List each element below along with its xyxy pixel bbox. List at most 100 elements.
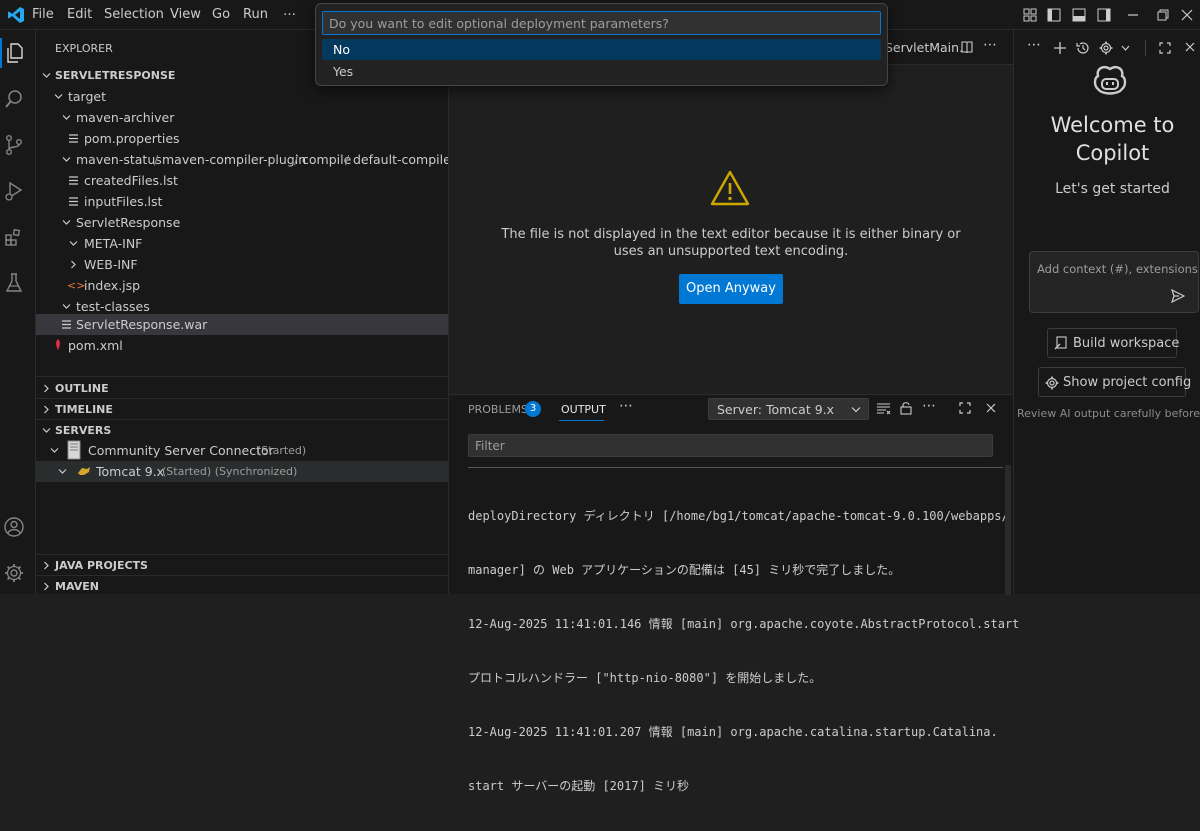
explorer-icon[interactable] bbox=[3, 42, 25, 64]
chevron-down-icon bbox=[62, 304, 71, 309]
binary-file-message-line2: uses an unsupported text encoding. bbox=[613, 244, 849, 259]
tomcat-server-item[interactable]: Tomcat 9.x (Started) (Synchronized) bbox=[36, 461, 448, 482]
timeline-section[interactable]: TIMELINE bbox=[36, 399, 448, 420]
show-project-config-button[interactable]: Show project config bbox=[1038, 367, 1191, 397]
accounts-icon[interactable] bbox=[3, 516, 25, 538]
chat-more-icon[interactable]: ⋯ bbox=[1027, 37, 1041, 53]
search-icon[interactable] bbox=[3, 88, 25, 110]
tree-item-label: META-INF bbox=[84, 236, 143, 251]
server-connector-status: (Started) bbox=[257, 444, 307, 457]
chevron-down-icon bbox=[62, 220, 71, 225]
testing-flask-icon[interactable] bbox=[3, 272, 25, 294]
tree-item-pom-properties[interactable]: pom.properties bbox=[36, 128, 448, 149]
compact-folder-segment: maven-compiler-plugin bbox=[162, 152, 307, 167]
menu-view[interactable]: View bbox=[170, 7, 201, 22]
file-lines-icon bbox=[69, 134, 78, 143]
output-tab[interactable]: OUTPUT bbox=[561, 403, 606, 416]
chevron-right-icon bbox=[44, 405, 49, 414]
maven-section[interactable]: MAVEN bbox=[36, 576, 448, 594]
tree-item-target[interactable]: target bbox=[36, 86, 448, 107]
problems-tab[interactable]: PROBLEMS bbox=[468, 403, 528, 416]
output-channel-select[interactable]: Server: Tomcat 9.x bbox=[708, 398, 869, 420]
jsp-file-icon: <> bbox=[67, 279, 86, 292]
tree-item-web-inf[interactable]: WEB-INF bbox=[36, 254, 448, 275]
editor-more-actions-icon[interactable]: ⋯ bbox=[983, 37, 997, 53]
settings-gear-icon[interactable] bbox=[1099, 41, 1113, 55]
open-preview-icon[interactable] bbox=[961, 41, 973, 54]
close-window-icon[interactable] bbox=[1181, 9, 1193, 21]
warning-icon bbox=[710, 170, 750, 206]
quick-pick-input[interactable]: Do you want to edit optional deployment … bbox=[322, 11, 881, 35]
menu-selection[interactable]: Selection bbox=[104, 7, 164, 22]
menu-edit[interactable]: Edit bbox=[67, 7, 92, 22]
maximize-panel-icon[interactable] bbox=[959, 402, 971, 414]
tree-item-input-files[interactable]: inputFiles.lst bbox=[36, 191, 448, 212]
tree-item-label: target bbox=[68, 89, 107, 104]
menu-file[interactable]: File bbox=[32, 7, 54, 22]
java-projects-section[interactable]: JAVA PROJECTS bbox=[36, 555, 448, 576]
lock-scroll-icon[interactable] bbox=[900, 401, 912, 415]
chevron-right-icon bbox=[44, 582, 49, 591]
editor-tab-label[interactable]: ServletMain. bbox=[885, 40, 963, 55]
output-filter-input[interactable]: Filter bbox=[468, 434, 993, 457]
tree-item-meta-inf[interactable]: META-INF bbox=[36, 233, 448, 254]
server-connector-label: Community Server Connector bbox=[88, 443, 274, 458]
explorer-sidebar: EXPLORER SERVLETRESPONSE target maven-ar… bbox=[36, 30, 449, 594]
tree-item-label: inputFiles.lst bbox=[84, 194, 163, 209]
close-panel-icon[interactable] bbox=[986, 403, 996, 413]
open-anyway-button[interactable]: Open Anyway bbox=[679, 274, 783, 304]
restore-icon[interactable] bbox=[1157, 9, 1169, 21]
clear-output-icon[interactable] bbox=[877, 403, 891, 415]
toggle-primary-sidebar-icon[interactable] bbox=[1047, 8, 1061, 22]
build-workspace-button[interactable]: Build workspace bbox=[1047, 328, 1179, 358]
panel-actions-more-icon[interactable]: ⋯ bbox=[922, 398, 936, 414]
toggle-secondary-sidebar-icon[interactable] bbox=[1097, 8, 1111, 22]
quick-pick-option-yes[interactable]: Yes bbox=[322, 61, 881, 82]
section-label: MAVEN bbox=[55, 580, 99, 593]
maven-feather-icon bbox=[56, 339, 60, 350]
tree-item-servlet-response-war[interactable]: ServletResponse.war bbox=[36, 314, 448, 335]
panel-more-icon[interactable]: ⋯ bbox=[619, 398, 633, 414]
chevron-down-icon bbox=[42, 73, 51, 78]
toggle-panel-icon[interactable] bbox=[1072, 8, 1086, 22]
close-icon[interactable] bbox=[1185, 42, 1195, 52]
server-connector-item[interactable]: Community Server Connector (Started) bbox=[36, 440, 448, 461]
tomcat-icon bbox=[78, 467, 90, 475]
option-label: Yes bbox=[333, 64, 354, 79]
active-indicator bbox=[0, 38, 2, 68]
run-debug-icon[interactable] bbox=[3, 180, 25, 202]
menu-go[interactable]: Go bbox=[212, 7, 230, 22]
path-separator: / bbox=[154, 152, 159, 167]
problems-count-badge: 3 bbox=[525, 401, 541, 417]
output-scrollbar[interactable] bbox=[1005, 465, 1011, 595]
chat-input[interactable]: Add context (#), extensions bbox=[1029, 251, 1199, 313]
servers-section[interactable]: SERVERS bbox=[36, 420, 448, 441]
chevron-down-icon[interactable] bbox=[1121, 45, 1130, 51]
new-chat-plus-icon[interactable] bbox=[1054, 42, 1066, 54]
menu-run[interactable]: Run bbox=[243, 7, 268, 22]
source-control-icon[interactable] bbox=[3, 134, 25, 156]
root-folder-label: SERVLETRESPONSE bbox=[55, 69, 176, 82]
send-icon[interactable] bbox=[1171, 289, 1185, 303]
tree-item-index-jsp[interactable]: <> index.jsp bbox=[36, 275, 448, 296]
output-log: deployDirectory ディレクトリ [/home/bg1/tomcat… bbox=[468, 471, 1019, 831]
tree-item-maven-archiver[interactable]: maven-archiver bbox=[36, 107, 448, 128]
extensions-icon[interactable] bbox=[3, 226, 25, 248]
review-ai-disclaimer: Review AI output carefully before use bbox=[1017, 407, 1200, 420]
customize-layout-icon[interactable] bbox=[1023, 8, 1037, 22]
menu-more[interactable]: … bbox=[283, 4, 296, 19]
tree-item-servlet-response-folder[interactable]: ServletResponse bbox=[36, 212, 448, 233]
tree-item-created-files[interactable]: createdFiles.lst bbox=[36, 170, 448, 191]
active-tab-underline bbox=[559, 420, 604, 421]
quick-pick-dialog: Do you want to edit optional deployment … bbox=[315, 3, 888, 86]
tree-item-pom-xml[interactable]: pom.xml bbox=[36, 335, 448, 356]
manage-gear-icon[interactable] bbox=[3, 562, 25, 584]
option-label: No bbox=[333, 42, 350, 57]
tree-item-maven-status[interactable]: maven-status / maven-compiler-plugin / c… bbox=[36, 149, 448, 170]
minimize-icon[interactable] bbox=[1127, 9, 1139, 21]
maximize-icon[interactable] bbox=[1159, 42, 1171, 54]
quick-pick-option-no[interactable]: No bbox=[322, 39, 881, 60]
outline-section[interactable]: OUTLINE bbox=[36, 378, 448, 399]
show-project-config-label: Show project config bbox=[1063, 375, 1192, 390]
history-icon[interactable] bbox=[1076, 41, 1090, 55]
